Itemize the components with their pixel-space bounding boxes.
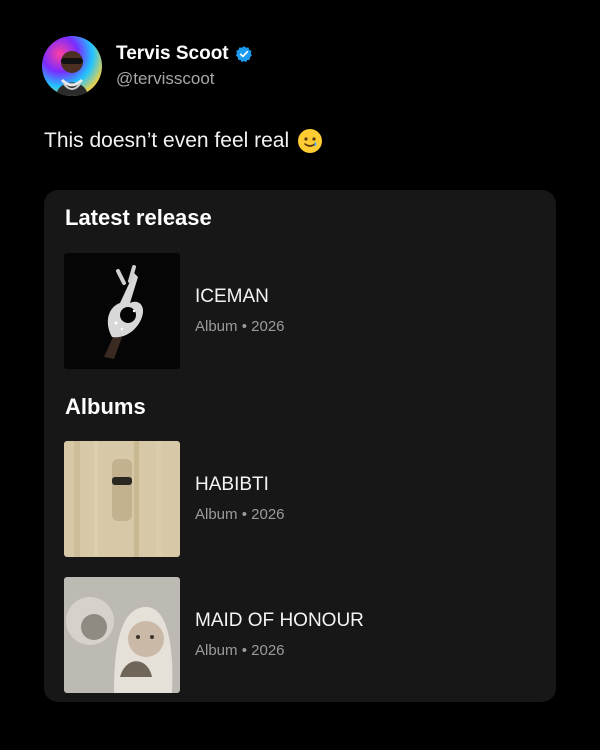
bullet-separator: • — [241, 642, 247, 659]
album-title: MAID OF HONOUR — [195, 610, 364, 631]
user-handle[interactable]: @tervisscoot — [116, 68, 253, 90]
tweet-text: This doesn’t even feel real — [44, 128, 323, 154]
latest-release-item[interactable]: ICEMAN Album • 2026 — [64, 253, 534, 369]
album-subtitle: Album • 2026 — [195, 317, 285, 337]
habibti-cover-image[interactable] — [64, 441, 180, 557]
album-title: ICEMAN — [195, 286, 269, 307]
album-type: Album — [195, 642, 238, 659]
album-subtitle: Album • 2026 — [195, 505, 285, 525]
display-name-row[interactable]: Tervis Scoot — [116, 42, 253, 66]
bullet-separator: • — [241, 318, 247, 335]
album-year: 2026 — [251, 318, 285, 335]
avatar[interactable] — [42, 36, 102, 96]
album-title: HABIBTI — [195, 474, 269, 495]
smiling-face-with-tear-emoji — [298, 129, 323, 153]
album-year: 2026 — [251, 642, 285, 659]
album-subtitle: Album • 2026 — [195, 641, 364, 661]
bullet-separator: • — [241, 506, 247, 523]
latest-release-title: Latest release — [65, 205, 212, 230]
albums-section-title: Albums — [65, 394, 146, 419]
album-year: 2026 — [251, 506, 285, 523]
tweet-header: Tervis Scoot @tervisscoot — [42, 36, 253, 96]
verified-badge-icon — [235, 46, 252, 63]
display-name[interactable]: Tervis Scoot — [116, 42, 229, 66]
maid-of-honour-cover-image[interactable] — [64, 577, 180, 693]
iceman-cover-image[interactable] — [64, 253, 180, 369]
music-card: Latest release ICEMAN Album • 2026 Album… — [44, 190, 556, 702]
album-list-item[interactable]: HABIBTI Album • 2026 — [64, 441, 534, 557]
tweet-text-content: This doesn’t even feel real — [44, 129, 290, 152]
album-type: Album — [195, 318, 238, 335]
album-list-item[interactable]: MAID OF HONOUR Album • 2026 — [64, 577, 534, 693]
album-type: Album — [195, 506, 238, 523]
